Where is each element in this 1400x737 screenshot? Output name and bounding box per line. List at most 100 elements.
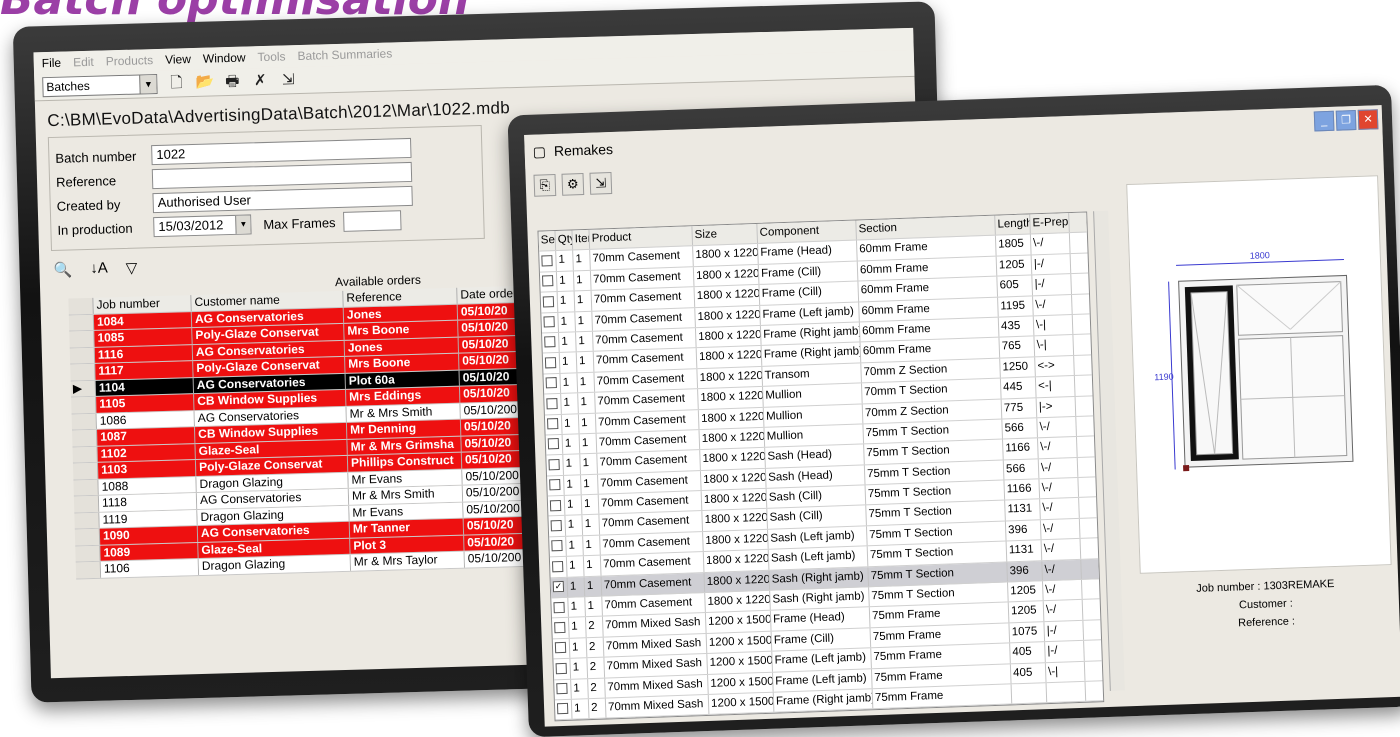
qty-cell: 1 [559, 332, 577, 353]
row-selector[interactable] [69, 330, 95, 348]
select-checkbox[interactable] [542, 295, 555, 308]
col-length[interactable]: Length [995, 214, 1031, 236]
col-job-number[interactable]: Job number [93, 295, 192, 314]
reference-cell: Mr & Mrs Smith [346, 403, 461, 422]
row-selector[interactable] [70, 363, 96, 381]
col-qty[interactable]: Qty [555, 230, 574, 251]
select-checkbox[interactable] [541, 254, 553, 267]
menu-view[interactable]: View [165, 52, 191, 67]
size-cell: 1800 x 1220 [700, 448, 766, 470]
col-component[interactable]: Component [757, 220, 857, 244]
chevron-down-icon[interactable]: ▼ [139, 75, 157, 94]
select-checkbox[interactable] [546, 397, 558, 410]
size-cell: 1200 x 1500 [705, 611, 772, 633]
row-selector[interactable] [71, 396, 97, 414]
menu-file[interactable]: File [42, 56, 62, 71]
select-checkbox[interactable] [551, 560, 564, 573]
select-checkbox[interactable] [543, 316, 555, 328]
row-selector[interactable] [73, 495, 100, 512]
row-selector[interactable] [72, 462, 99, 479]
col-product[interactable]: Product [589, 226, 694, 250]
in-production-date-picker[interactable]: 15/03/2012 ▼ [153, 214, 252, 238]
size-cell: 1800 x 1220 [698, 386, 764, 409]
select-checkbox[interactable]: ✓ [552, 581, 565, 593]
row-selector[interactable] [73, 479, 99, 496]
select-checkbox[interactable] [551, 540, 563, 552]
optimise-icon[interactable]: ⚙ [561, 172, 585, 196]
select-checkbox[interactable] [556, 703, 569, 715]
select-checkbox[interactable] [545, 377, 557, 389]
qty-cell: 1 [556, 250, 574, 271]
delete-icon[interactable]: ✗ [251, 72, 269, 90]
copy-icon[interactable]: ⎘ [533, 173, 557, 197]
qty-cell: 1 [557, 291, 576, 312]
row-selector[interactable] [69, 347, 96, 364]
row-selector[interactable] [75, 561, 102, 578]
close-icon[interactable]: ✕ [1357, 109, 1379, 130]
window-controls: _ ❐ ✕ [1313, 109, 1379, 132]
menu-batch-summaries[interactable]: Batch Summaries [297, 46, 392, 63]
menu-products[interactable]: Products [106, 53, 154, 68]
row-selector[interactable] [72, 446, 98, 463]
length-cell: 566 [1002, 418, 1038, 439]
col-sel[interactable]: Sel [538, 231, 557, 251]
length-cell: 396 [1007, 560, 1043, 582]
select-checkbox[interactable] [547, 438, 560, 450]
view-combo[interactable]: Batches ▼ [42, 73, 158, 98]
product-cell: 70mm Casement [591, 287, 696, 311]
select-checkbox[interactable] [549, 499, 562, 511]
restore-icon[interactable]: ❐ [1335, 110, 1357, 131]
component-cell: Frame (Right jamb) [773, 689, 874, 713]
minimize-icon[interactable]: _ [1313, 110, 1335, 132]
component-cell: Frame (Right jamb) [760, 322, 861, 346]
exit-icon[interactable]: ⇲ [589, 172, 613, 195]
item-cell: 1 [582, 515, 601, 536]
col-item[interactable]: Item [572, 229, 591, 250]
row-selector[interactable] [71, 413, 97, 430]
item-cell: 1 [573, 250, 591, 271]
eprep-cell: |-/ [1045, 641, 1085, 662]
col-reference[interactable]: Reference [343, 287, 458, 307]
max-frames-field[interactable] [343, 210, 402, 232]
print-icon[interactable]: 🖶 [223, 73, 241, 91]
select-checkbox[interactable] [542, 275, 554, 287]
select-checkbox[interactable] [544, 356, 557, 369]
select-checkbox[interactable] [555, 662, 567, 674]
open-folder-icon[interactable]: 📂 [195, 73, 214, 91]
filter-icon[interactable]: ▽ [125, 259, 137, 277]
select-checkbox[interactable] [554, 621, 566, 634]
row-selector[interactable] [68, 314, 95, 331]
select-checkbox[interactable] [547, 418, 559, 430]
select-checkbox[interactable] [550, 519, 562, 532]
eprep-cell: <-| [1035, 376, 1076, 397]
menu-tools[interactable]: Tools [257, 49, 285, 64]
eprep-cell: \-/ [1042, 579, 1083, 601]
binoculars-find-icon[interactable]: 🔍 [53, 260, 72, 279]
date-dropdown-icon[interactable]: ▼ [235, 215, 251, 234]
row-selector[interactable] [74, 512, 100, 529]
job-number-cell: 1105 [96, 394, 195, 413]
col-size[interactable]: Size [692, 223, 759, 246]
job-number-cell: 1119 [99, 509, 198, 528]
new-file-icon[interactable]: 🗋 [167, 74, 185, 92]
select-checkbox[interactable] [553, 601, 565, 613]
component-cell: Frame (Cill) [758, 261, 859, 285]
product-cell: 70mm Casement [602, 593, 706, 617]
sort-ascending-icon[interactable]: ↓A [90, 259, 108, 277]
item-cell: 1 [576, 331, 594, 352]
reference-cell: Plot 3 [350, 535, 465, 554]
row-selector[interactable] [74, 528, 101, 545]
row-selector[interactable] [75, 545, 101, 562]
current-row-indicator[interactable]: ▶ [70, 380, 97, 397]
component-cell: Frame (Left jamb) [760, 302, 860, 325]
col-eprep[interactable]: E-Prep [1030, 213, 1070, 234]
select-checkbox[interactable] [544, 336, 556, 348]
menu-edit[interactable]: Edit [73, 55, 94, 70]
select-checkbox[interactable] [556, 682, 568, 695]
select-checkbox[interactable] [554, 642, 567, 654]
menu-window[interactable]: Window [203, 51, 246, 66]
exit-icon[interactable]: ⇲ [279, 71, 297, 89]
select-checkbox[interactable] [549, 479, 561, 491]
select-checkbox[interactable] [548, 458, 560, 471]
row-selector[interactable] [72, 429, 98, 446]
